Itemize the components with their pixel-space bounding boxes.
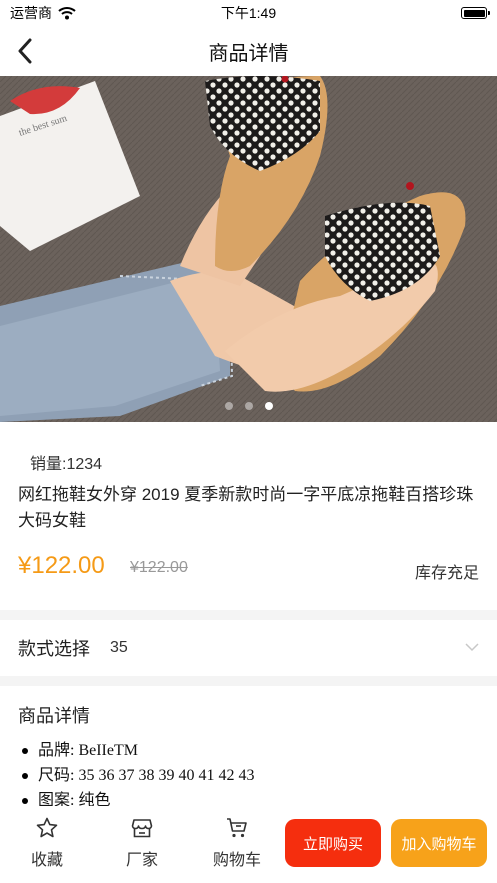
product-details: 商品详情 品牌: BeIIeTM 尺码: 35 36 37 38 39 40 4… <box>0 686 497 806</box>
details-item-text: 图案: 纯色 <box>38 792 111 806</box>
product-title: 网红拖鞋女外穿 2019 夏季新款时尚一字平底凉拖鞋百搭珍珠大码女鞋 <box>18 485 474 530</box>
page-title: 商品详情 <box>208 42 289 65</box>
details-item-text: 尺码: 35 36 37 38 39 40 41 42 43 <box>38 767 255 784</box>
carousel-dots <box>0 402 497 410</box>
favorite-button[interactable]: 收藏 <box>12 816 82 870</box>
carousel-dot-active[interactable] <box>264 402 273 410</box>
style-select-value: 35 <box>110 639 128 656</box>
sales-count: 销量:1234 <box>30 456 103 473</box>
bottom-action-bar: 收藏 厂家 购物车 立即购买 加入购物车 <box>0 806 497 883</box>
details-item: 品牌: BeIIeTM <box>22 738 254 763</box>
details-item: 图案: 纯色 <box>22 788 254 806</box>
product-info: 销量:1234 网红拖鞋女外穿 2019 夏季新款时尚一字平底凉拖鞋百搭珍珠大码… <box>0 422 497 610</box>
details-list: 品牌: BeIIeTM 尺码: 35 36 37 38 39 40 41 42 … <box>22 738 254 806</box>
nav-bar: 商品详情 <box>0 26 497 76</box>
carousel-dot[interactable] <box>224 402 233 410</box>
current-price: ¥122.00 <box>18 552 105 579</box>
factory-button[interactable]: 厂家 <box>107 816 177 870</box>
cart-button[interactable]: 购物车 <box>202 816 272 870</box>
status-time: 下午1:49 <box>220 5 277 21</box>
section-divider <box>0 676 497 686</box>
stock-status: 库存充足 <box>414 565 479 582</box>
section-divider <box>0 610 497 620</box>
factory-label: 厂家 <box>125 852 158 869</box>
status-bar: 运营商 下午1:49 <box>0 0 497 26</box>
store-icon <box>131 819 153 838</box>
style-select-label: 款式选择 <box>18 639 90 659</box>
back-button[interactable] <box>8 34 42 68</box>
cart-label: 购物车 <box>212 852 261 869</box>
bullet-icon <box>22 797 28 804</box>
carousel-dot[interactable] <box>244 402 253 410</box>
details-item: 尺码: 35 36 37 38 39 40 41 42 43 <box>22 763 254 788</box>
original-price: ¥122.00 <box>130 559 188 576</box>
battery-icon <box>461 7 490 19</box>
details-item-text: 品牌: BeIIeTM <box>38 742 138 759</box>
product-image: the best sum <box>0 76 497 422</box>
style-selector[interactable]: 款式选择 35 <box>0 620 497 676</box>
buy-now-button[interactable]: 立即购买 <box>285 819 381 867</box>
favorite-label: 收藏 <box>30 852 63 869</box>
chevron-left-icon <box>18 38 32 64</box>
details-title: 商品详情 <box>18 706 90 726</box>
bullet-icon <box>22 747 28 754</box>
add-to-cart-button[interactable]: 加入购物车 <box>391 819 487 867</box>
star-icon <box>36 817 58 838</box>
chevron-down-icon <box>465 643 479 652</box>
cart-icon <box>227 818 247 838</box>
product-image-carousel[interactable]: the best sum <box>0 76 497 422</box>
bullet-icon <box>22 772 28 779</box>
